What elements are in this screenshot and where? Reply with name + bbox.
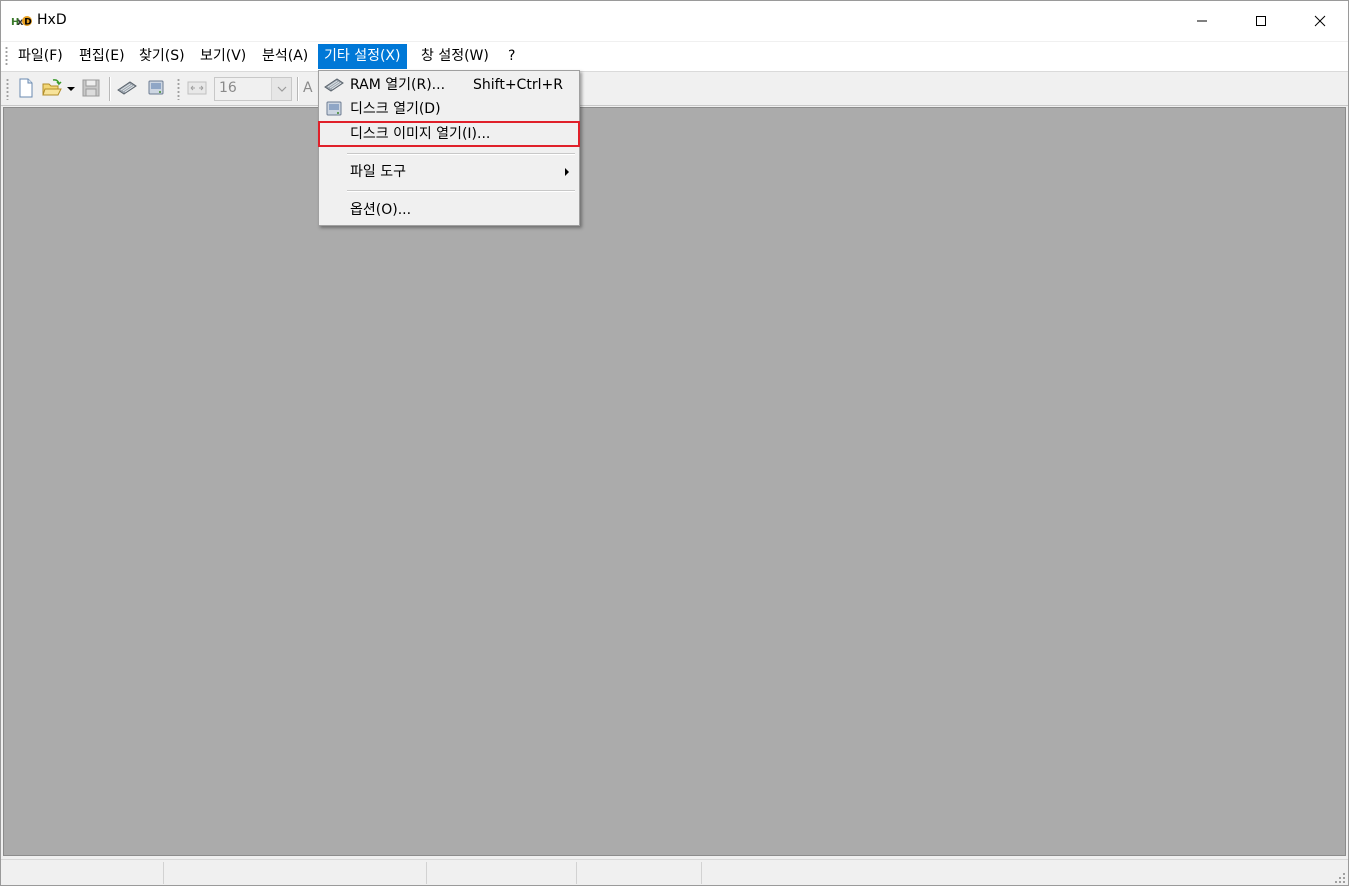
column-width-icon[interactable] <box>187 78 207 98</box>
close-button[interactable] <box>1291 1 1348 41</box>
status-panel <box>577 862 702 884</box>
extras-dropdown-menu: RAM 열기(R)... Shift+Ctrl+R 디스크 열기(D) 디스크 … <box>318 70 580 226</box>
svg-text:D: D <box>24 18 31 28</box>
menu-item-open-disk[interactable]: 디스크 열기(D) <box>319 97 579 121</box>
save-icon[interactable] <box>81 78 101 98</box>
bytes-per-row-dropdown-button[interactable] <box>271 78 291 100</box>
menu-extras[interactable]: 기타 설정(X) <box>318 44 407 69</box>
menu-item-options[interactable]: 옵션(O)... <box>319 198 579 222</box>
minimize-button[interactable] <box>1173 1 1231 41</box>
ram-icon[interactable] <box>117 78 137 98</box>
menubar-grip[interactable] <box>5 46 8 67</box>
menu-separator <box>347 153 575 155</box>
menu-item-shortcut: Shift+Ctrl+R <box>473 77 563 93</box>
menu-help[interactable]: ? <box>502 44 521 69</box>
resize-grip-icon[interactable] <box>1334 872 1346 884</box>
mdi-workspace <box>3 107 1346 856</box>
toolbar: 16 A <box>1 72 1348 106</box>
status-panel <box>164 862 427 884</box>
hxd-app-icon: H x D <box>11 16 32 28</box>
window-title: HxD <box>37 12 67 28</box>
menu-search[interactable]: 찾기(S) <box>133 44 191 69</box>
menu-item-file-tools[interactable]: 파일 도구 <box>319 160 579 184</box>
toolbar-separator <box>297 77 299 101</box>
chevron-down-icon[interactable] <box>65 78 77 98</box>
menu-view[interactable]: 보기(V) <box>194 44 252 69</box>
menu-analysis[interactable]: 분석(A) <box>256 44 314 69</box>
maximize-icon <box>1256 16 1266 26</box>
disk-icon <box>326 101 342 116</box>
menu-window[interactable]: 창 설정(W) <box>415 44 495 69</box>
status-panel <box>1 862 164 884</box>
menu-edit[interactable]: 편집(E) <box>73 44 131 69</box>
toolbar-partial-label: A <box>303 80 313 96</box>
title-bar[interactable]: H x D HxD <box>1 1 1348 41</box>
menu-item-open-ram[interactable]: RAM 열기(R)... Shift+Ctrl+R <box>319 73 579 97</box>
minimize-icon <box>1197 20 1207 22</box>
toolbar-grip[interactable] <box>6 78 9 100</box>
close-icon <box>1314 15 1326 27</box>
status-panel <box>427 862 577 884</box>
ram-icon <box>324 78 344 92</box>
new-file-icon[interactable] <box>16 78 36 98</box>
menu-item-label: 옵션(O)... <box>350 202 412 218</box>
open-folder-icon[interactable] <box>42 78 62 98</box>
maximize-button[interactable] <box>1232 1 1290 41</box>
menu-item-open-disk-image[interactable]: 디스크 이미지 열기(I)... <box>318 121 580 147</box>
bytes-per-row-value: 16 <box>219 80 237 96</box>
menu-file[interactable]: 파일(F) <box>12 44 69 69</box>
submenu-arrow-icon <box>565 168 569 176</box>
menu-item-label: 디스크 열기(D) <box>350 101 441 117</box>
status-bar <box>1 859 1348 885</box>
menu-separator <box>347 190 575 192</box>
bytes-per-row-select[interactable]: 16 <box>214 77 292 101</box>
menu-bar: 파일(F) 편집(E) 찾기(S) 보기(V) 분석(A) 기타 설정(X) 창… <box>1 42 1348 72</box>
hxd-window: H x D HxD 파일(F) 편집(E) 찾기(S) 보기(V) 분석(A) … <box>0 0 1349 886</box>
menu-item-label: RAM 열기(R)... <box>350 77 446 93</box>
toolbar-separator <box>109 77 111 101</box>
chevron-down-icon <box>277 86 286 92</box>
disk-icon[interactable] <box>146 78 166 98</box>
toolbar-grip-2[interactable] <box>177 78 180 100</box>
menu-item-label: 파일 도구 <box>350 164 406 180</box>
menu-item-label: 디스크 이미지 열기(I)... <box>350 126 491 142</box>
